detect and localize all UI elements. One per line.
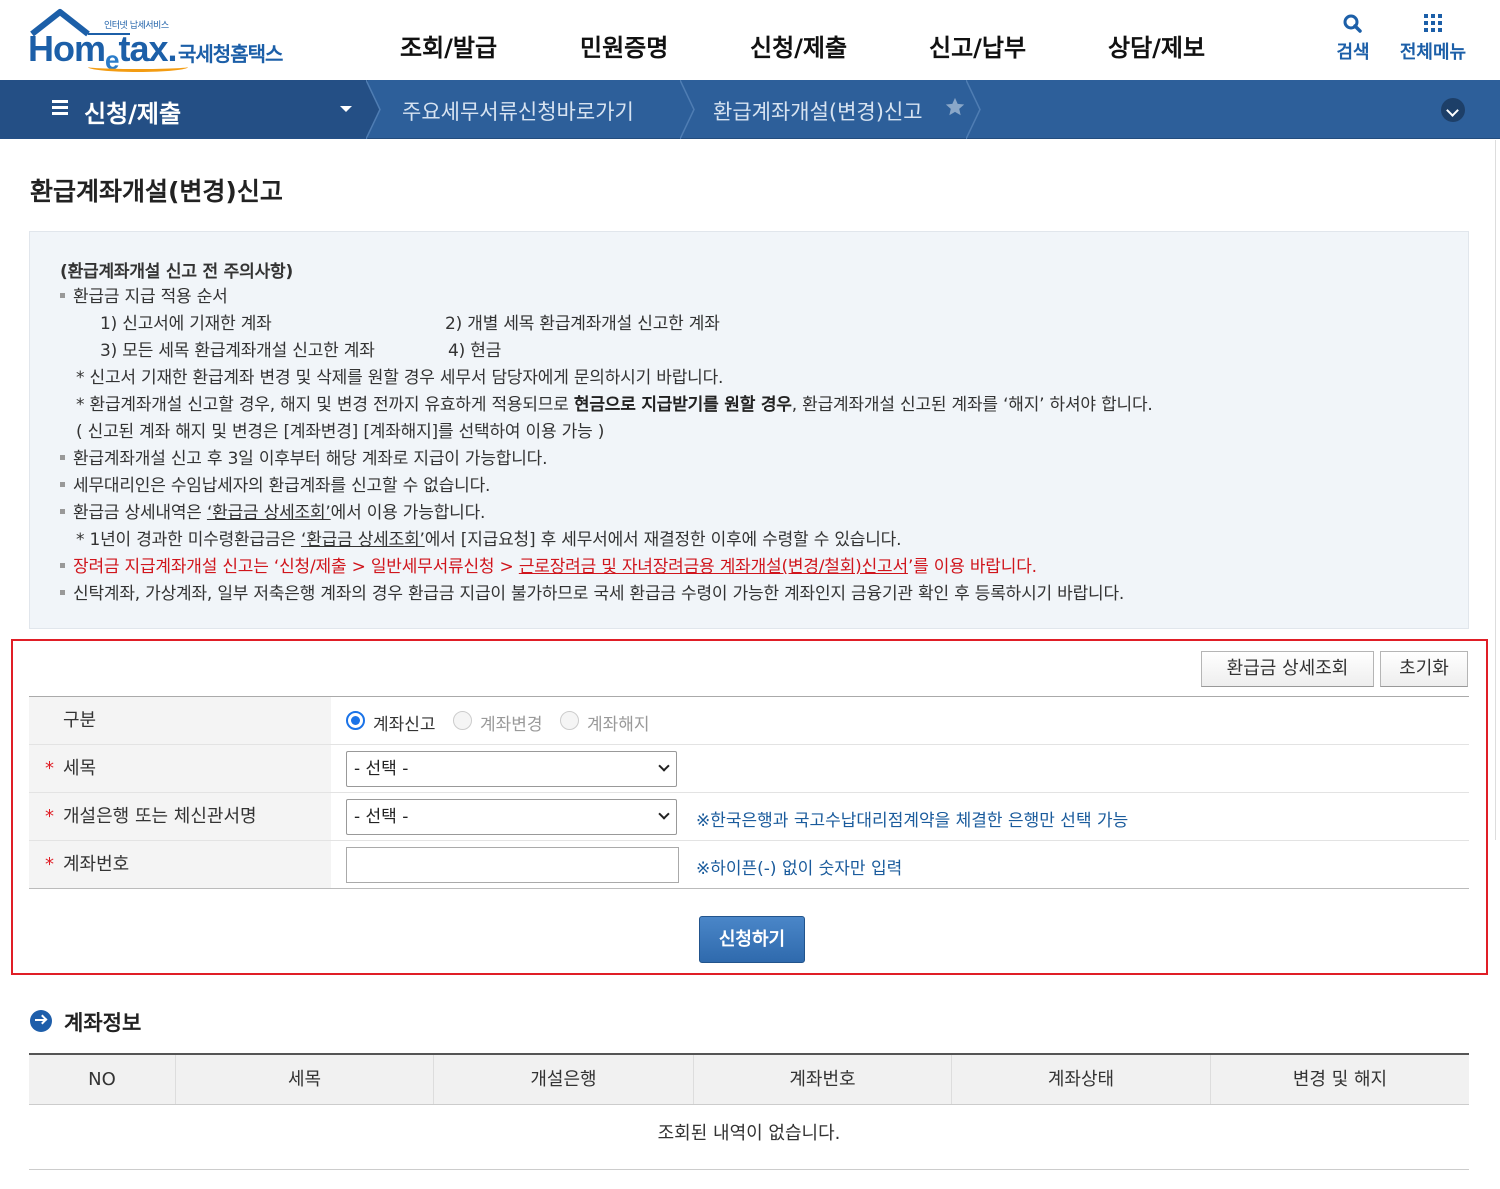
bank-hint: ※한국은행과 국고수납대리점계약을 체결한 은행만 선택 가능: [696, 811, 1129, 831]
gnb-apply-submit[interactable]: 신청/제출: [750, 28, 847, 63]
logo-korean-name: 국세청홈택스: [178, 42, 283, 66]
breadcrumb-separator-icon: [966, 80, 981, 139]
notice-item-red: 장려금 지급계좌개설 신고는 ‘신청/제출 > 일반세무서류신청 > 근로장려금…: [60, 552, 1037, 577]
column-header: 세목: [175, 1055, 433, 1104]
gnb-civil-certificate[interactable]: 민원증명: [580, 28, 668, 63]
tax-item-select[interactable]: - 선택 -: [346, 751, 677, 787]
radio-label[interactable]: 계좌변경: [480, 710, 543, 735]
incentive-account-form-link[interactable]: 근로장려금 및 자녀장려금용 계좌개설(변경/철회)신고서: [519, 557, 908, 577]
column-header: 개설은행: [433, 1055, 693, 1104]
refund-detail-button[interactable]: 환급금 상세조회: [1201, 651, 1374, 687]
notice-box: (환급계좌개설 신고 전 주의사항) 환급금 지급 적용 순서 1) 신고서에 …: [29, 231, 1469, 629]
radio-account-register[interactable]: [346, 711, 365, 730]
radio-account-change[interactable]: [453, 711, 472, 730]
arrow-circle-icon: [30, 1010, 52, 1032]
notice-order-3: 3) 모든 세목 환급계좌개설 신고한 계좌: [100, 341, 375, 361]
refund-detail-link[interactable]: ‘환급금 상세조회’: [301, 530, 425, 550]
reset-button[interactable]: 초기화: [1380, 651, 1468, 687]
notice-order-1: 1) 신고서에 기재한 계좌: [100, 314, 272, 334]
gnb-consult-report[interactable]: 상담/제보: [1108, 28, 1205, 63]
empty-message: 조회된 내역이 없습니다.: [657, 1123, 841, 1144]
notice-note: * 신고서 기재한 환급계좌 변경 및 삭제를 원할 경우 세무서 담당자에게 …: [76, 368, 724, 388]
logo-swoosh: [88, 62, 188, 72]
search-icon: [1343, 14, 1362, 33]
required-mark: *: [45, 854, 54, 875]
account-number-label: * 계좌번호: [29, 841, 331, 888]
notice-order-2: 2) 개별 세목 환급계좌개설 신고한 계좌: [445, 314, 720, 334]
breadcrumb-quick-apply[interactable]: 주요세무서류신청바로가기: [402, 96, 634, 126]
tax-item-label: * 세목: [29, 745, 331, 792]
refund-detail-link[interactable]: ‘환급금 상세조회’: [207, 503, 331, 523]
table-row: 조회된 내역이 없습니다.: [29, 1105, 1469, 1170]
form-row-tax-item: * 세목 - 선택 -: [29, 745, 1469, 793]
notice-item: 환급금 상세내역은 ‘환급금 상세조회’에서 이용 가능합니다.: [60, 498, 485, 523]
column-header: 변경 및 해지: [1210, 1055, 1469, 1104]
notice-note: ( 신고된 계좌 해지 및 변경은 [계좌변경] [계좌해지]를 선택하여 이용…: [76, 422, 605, 442]
caret-down-icon: [340, 106, 352, 112]
bank-label: * 개설은행 또는 체신관서명: [29, 793, 331, 840]
chevron-down-circle-icon[interactable]: [1441, 98, 1465, 122]
account-number-input[interactable]: [346, 847, 679, 883]
page-title: 환급계좌개설(변경)신고: [30, 177, 283, 206]
star-icon[interactable]: [944, 96, 966, 118]
account-info-table: NO 세목 개설은행 계좌번호 계좌상태 변경 및 해지 조회된 내역이 없습니…: [29, 1053, 1469, 1170]
site-header: 인터넷 납세서비스 Hometax. 국세청홈택스 조회/발급 민원증명 신청/…: [0, 0, 1500, 80]
type-label: 구분: [29, 697, 331, 744]
notice-heading: (환급계좌개설 신고 전 주의사항): [60, 262, 294, 282]
notice-item: 세무대리인은 수임납세자의 환급계좌를 신고할 수 없습니다.: [60, 471, 490, 496]
all-menu-button[interactable]: 전체메뉴: [1397, 12, 1469, 64]
all-menu-label: 전체메뉴: [1399, 42, 1467, 63]
notice-item: 환급계좌개설 신고 후 3일 이후부터 해당 계좌로 지급이 가능합니다.: [60, 444, 548, 469]
table-header: NO 세목 개설은행 계좌번호 계좌상태 변경 및 해지: [29, 1055, 1469, 1105]
notice-item: 환급금 지급 적용 순서: [60, 282, 228, 307]
section-menu[interactable]: 신청/제출: [0, 80, 368, 139]
required-mark: *: [45, 806, 54, 827]
submit-button[interactable]: 신청하기: [699, 916, 805, 963]
notice-order-4: 4) 현금: [448, 341, 502, 361]
column-header: 계좌번호: [693, 1055, 951, 1104]
breadcrumb-separator-icon: [680, 80, 695, 139]
search-label: 검색: [1336, 42, 1370, 63]
radio-account-cancel[interactable]: [560, 711, 579, 730]
section-menu-label: 신청/제출: [84, 100, 182, 128]
hometax-logo[interactable]: 인터넷 납세서비스 Hometax. 국세청홈택스: [28, 8, 308, 75]
radio-label[interactable]: 계좌해지: [587, 710, 650, 735]
type-radio-group: 계좌신고 계좌변경 계좌해지: [331, 697, 1469, 744]
notice-note: * 환급계좌개설 신고할 경우, 해지 및 변경 전까지 유효하게 적용되므로 …: [76, 395, 1153, 415]
select-chevron-icon: [658, 760, 670, 772]
form-row-bank: * 개설은행 또는 체신관서명 - 선택 - ※한국은행과 국고수납대리점계약을 …: [29, 793, 1469, 841]
bank-select[interactable]: - 선택 -: [346, 799, 677, 835]
account-number-hint: ※하이픈(-) 없이 숫자만 입력: [696, 859, 903, 879]
search-button[interactable]: 검색: [1334, 12, 1372, 64]
form-row-account-number: * 계좌번호 ※하이픈(-) 없이 숫자만 입력: [29, 841, 1469, 889]
radio-label[interactable]: 계좌신고: [373, 710, 436, 735]
form-row-type: 구분 계좌신고 계좌변경 계좌해지: [29, 697, 1469, 745]
select-chevron-icon: [658, 808, 670, 820]
column-header: 계좌상태: [951, 1055, 1210, 1104]
refund-account-form: 구분 계좌신고 계좌변경 계좌해지 * 세목 - 선택 - * 개설은행 또는 체신…: [29, 696, 1469, 889]
grid-menu-icon: [1424, 14, 1442, 32]
column-header: NO: [88, 1069, 116, 1090]
required-mark: *: [45, 758, 54, 779]
scroll-edge: [1495, 140, 1500, 840]
breadcrumb-separator-icon: [366, 80, 381, 139]
breadcrumb-current[interactable]: 환급계좌개설(변경)신고: [713, 96, 923, 126]
hamburger-icon: [52, 100, 68, 116]
location-bar: 신청/제출 주요세무서류신청바로가기 환급계좌개설(변경)신고: [0, 80, 1500, 139]
gnb-report-pay[interactable]: 신고/납부: [929, 28, 1026, 63]
notice-note: * 1년이 경과한 미수령환급금은 ‘환급금 상세조회’에서 [지급요청] 후 …: [76, 530, 902, 550]
gnb-inquiry-issue[interactable]: 조회/발급: [400, 28, 497, 63]
notice-item: 신탁계좌, 가상계좌, 일부 저축은행 계좌의 경우 환급금 지급이 불가하므로…: [60, 579, 1124, 604]
